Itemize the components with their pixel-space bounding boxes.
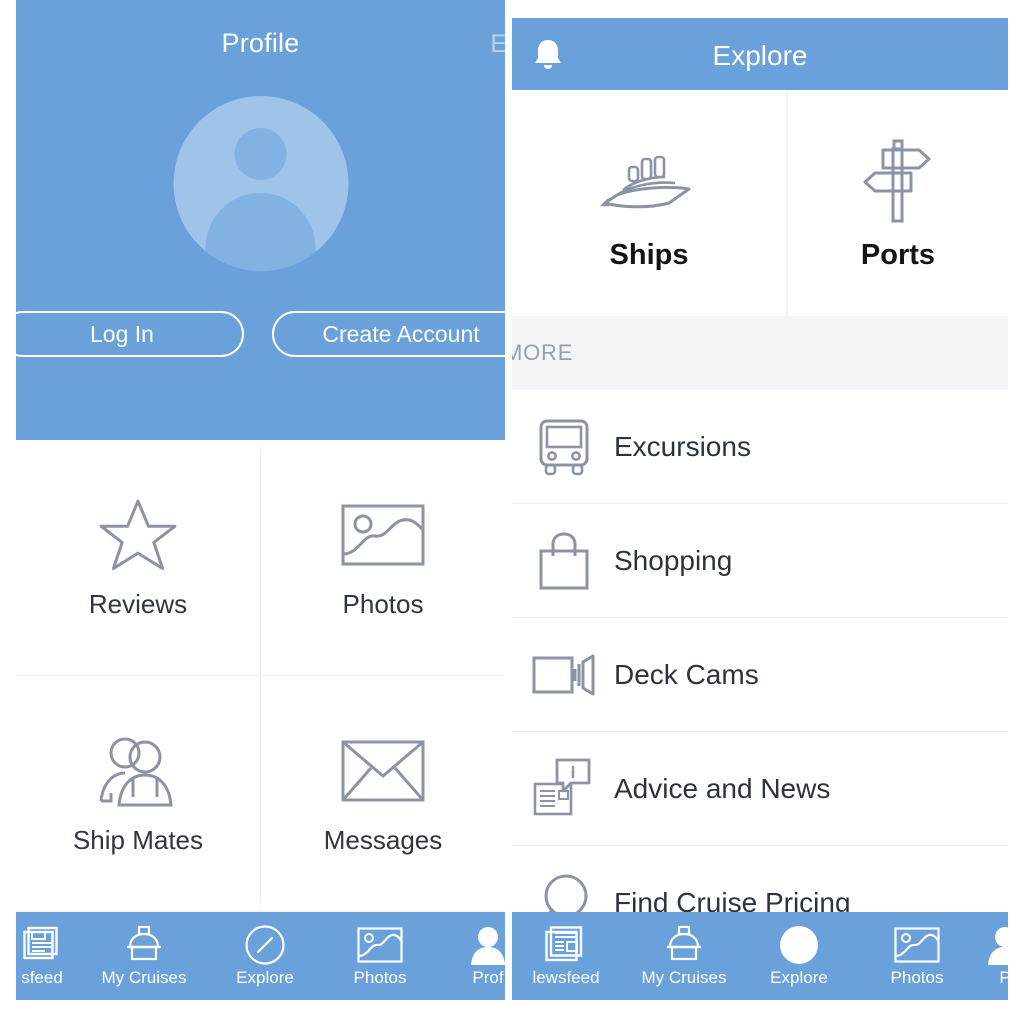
avatar-head-icon [234,128,287,180]
photo-icon [341,495,425,575]
ship-icon [123,924,165,966]
tab-my-cruises[interactable]: My Cruises [624,912,744,1000]
tile-ports[interactable]: Ports [788,92,1008,316]
photo-icon [894,924,940,966]
log-in-button[interactable]: Log In [16,311,244,357]
tab-label: sfeed [21,968,63,987]
video-camera-icon [518,640,610,710]
list-item-shopping[interactable]: Shopping [512,504,1008,618]
signpost-icon [853,137,943,227]
grid-item-label: Messages [323,825,443,855]
list-item-label: Advice and News [614,772,831,804]
explore-more-list: Excursions Shopping Deck Cams Advice and… [512,390,1008,960]
newsfeed-icon [23,924,61,966]
tile-label: Ships [609,238,689,271]
list-item-advice-and-news[interactable]: Advice and News [512,732,1008,846]
tab-profile[interactable]: Prof [448,912,505,1000]
grid-item-messages[interactable]: Messages [261,676,505,911]
ship-icon [663,924,705,966]
tab-label: lewsfeed [532,968,600,987]
list-item-excursions[interactable]: Excursions [512,390,1008,504]
grid-item-label: Photos [342,589,424,619]
list-item-label: Deck Cams [614,658,759,690]
photo-icon [357,924,403,966]
bus-icon [518,412,610,482]
list-item-deck-cams[interactable]: Deck Cams [512,618,1008,732]
grid-item-label: Ship Mates [72,825,204,855]
tab-label: My Cruises [641,968,727,987]
profile-icon [468,924,505,966]
tab-newsfeed[interactable]: sfeed [16,912,92,1000]
grid-item-ship-mates[interactable]: Ship Mates [16,676,260,911]
tile-label: Ports [860,238,936,271]
profile-tab-bar: sfeed My Cruises Explore Photos Prof [16,912,505,1000]
tab-photos[interactable]: Photos [867,912,967,1000]
grid-item-label: Reviews [88,589,188,619]
compass-icon [777,924,821,966]
tab-newsfeed[interactable]: lewsfeed [512,912,626,1000]
page-title: Profile [221,28,300,58]
profile-hero-header: ▌ Profile Ed Log In Create Account [16,0,505,440]
tab-label: Prof [472,968,504,987]
grid-item-photos[interactable]: Photos [261,440,505,675]
tab-label: Photos [890,968,944,987]
tab-label: Photos [353,968,407,987]
envelope-icon [341,731,425,811]
grid-item-reviews[interactable]: Reviews [16,440,260,675]
explore-tab-bar: lewsfeed My Cruises Explore Photos P [512,912,1008,1000]
profile-shortcut-grid: Reviews Photos Ship Mates Messages [16,440,505,911]
auth-button-row: Log In Create Account [16,311,505,357]
avatar[interactable] [173,96,348,271]
tab-photos[interactable]: Photos [330,912,430,1000]
section-header-label: MORE [512,340,574,365]
tab-label: Explore [770,968,828,987]
page-title: Explore [712,40,808,71]
tab-profile[interactable]: P [982,912,1008,1000]
tab-explore[interactable]: Explore [215,912,315,1000]
star-icon [99,495,177,575]
compass-icon [244,924,286,966]
tab-my-cruises[interactable]: My Cruises [84,912,204,1000]
explore-navbar: Explore [512,18,1008,90]
edit-profile-button[interactable]: Ed [490,30,505,59]
explore-screen-panel: Explore Ships Ports MORE Excursions Shop… [512,0,1008,1024]
section-header-more: MORE [512,316,1008,390]
shopping-bag-icon [518,526,610,596]
avatar-body-icon [205,193,316,271]
tab-explore[interactable]: Explore [749,912,849,1000]
create-account-button[interactable]: Create Account [272,311,505,357]
profile-navbar: ▌ Profile Ed [16,0,505,64]
tab-label: P [999,968,1008,987]
tab-label: My Cruises [101,968,187,987]
profile-screen-panel: ▌ Profile Ed Log In Create Account [16,0,505,1024]
profile-icon [985,924,1008,966]
newsfeed-icon [545,924,587,966]
tile-ships[interactable]: Ships [512,92,786,316]
cruise-ship-icon [593,137,705,227]
list-item-label: Shopping [614,544,733,576]
list-item-label: Excursions [614,430,751,462]
people-icon [95,731,181,811]
newspaper-info-icon [518,754,610,824]
avatar-circle [173,96,348,271]
tab-label: Explore [236,968,294,987]
screenshot-stage: ▌ Profile Ed Log In Create Account [0,0,1024,1024]
explore-tile-row: Ships Ports [512,92,1008,316]
